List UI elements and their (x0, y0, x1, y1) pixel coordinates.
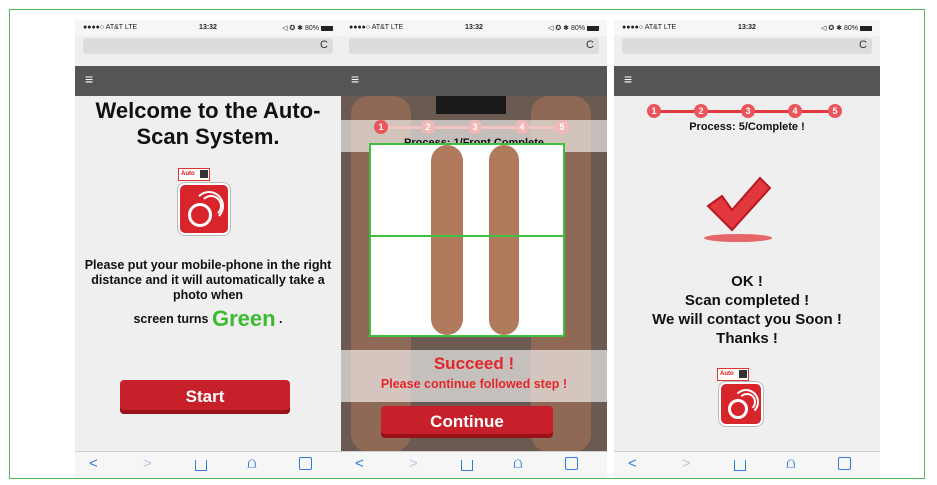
status-bar: ●●●●○ AT&T LTE 13:32 ◁ ✪ ✱ 80% (341, 20, 607, 36)
status-bar: ●●●●○ AT&T LTE 13:32 ◁ ✪ ✱ 80% (75, 20, 341, 36)
step-1: 1 (647, 104, 661, 118)
step-2: 2 (421, 120, 435, 134)
green-highlight: Green (211, 306, 276, 331)
auto-scan-app-icon (178, 183, 230, 235)
checkmark-icon (704, 176, 772, 242)
qr-icon (739, 370, 747, 378)
success-title: Succeed ! (433, 354, 515, 373)
app-nav-bar: ≡ (341, 66, 607, 96)
auto-scan-app-icon (719, 382, 763, 426)
address-bar[interactable]: C (349, 38, 599, 54)
status-icons: ◁ ✪ ✱ 80% (282, 24, 333, 32)
continue-button[interactable]: Continue (381, 406, 553, 438)
bookmarks-icon[interactable]: ⩍ (786, 455, 796, 472)
step-4: 4 (515, 120, 529, 134)
scan-frame (369, 143, 565, 337)
qr-icon (200, 170, 208, 178)
step-5: 5 (555, 120, 569, 134)
auto-qr-badge: Auto (178, 168, 210, 181)
status-icons: ◁ ✪ ✱ 80% (548, 24, 599, 32)
ok-text: OK ! (731, 273, 763, 290)
shorts-image (436, 96, 506, 114)
bookmarks-icon[interactable]: ⩍ (247, 455, 257, 472)
back-icon[interactable]: < (628, 455, 637, 472)
forward-icon[interactable]: > (409, 455, 418, 472)
step-4: 4 (788, 104, 802, 118)
menu-icon[interactable]: ≡ (624, 71, 632, 87)
phone-complete-screen: ●●●●○ AT&T LTE 13:32 ◁ ✪ ✱ 80% C ≡ 1 2 3… (614, 20, 880, 478)
auto-qr-badge: Auto (717, 368, 749, 381)
step-1: 1 (374, 120, 388, 134)
step-5: 5 (828, 104, 842, 118)
welcome-title: Welcome to the Auto-Scan System. (95, 98, 321, 149)
address-bar[interactable]: C (83, 38, 333, 54)
bookmarks-icon[interactable]: ⩍ (513, 455, 523, 472)
instruction-text-end: screen turns Green . (133, 306, 283, 331)
scan-completed-text: Scan completed ! (684, 292, 810, 309)
tabs-icon[interactable] (838, 455, 851, 472)
battery-icon (321, 25, 333, 31)
battery-icon (587, 25, 599, 31)
share-icon[interactable] (461, 455, 473, 472)
forward-icon[interactable]: > (682, 455, 691, 472)
reload-icon[interactable]: C (586, 39, 594, 51)
back-icon[interactable]: < (89, 455, 98, 472)
reload-icon[interactable]: C (859, 39, 867, 51)
app-nav-bar: ≡ (614, 66, 880, 96)
step-3: 3 (468, 120, 482, 134)
scan-line (371, 235, 563, 237)
reload-icon[interactable]: C (320, 39, 328, 51)
browser-toolbar: < > ⩍ (75, 451, 341, 478)
battery-icon (860, 25, 872, 31)
step-2: 2 (694, 104, 708, 118)
browser-toolbar: < > ⩍ (614, 451, 880, 478)
menu-icon[interactable]: ≡ (85, 71, 93, 87)
status-icons: ◁ ✪ ✱ 80% (821, 24, 872, 32)
leg-image (431, 145, 463, 335)
phone-scan-screen: ●●●●○ AT&T LTE 13:32 ◁ ✪ ✱ 80% C ≡ 1 2 3… (341, 20, 607, 478)
share-icon[interactable] (734, 455, 746, 472)
instruction-text: Please put your mobile-phone in the righ… (84, 258, 332, 302)
completion-message: OK ! Scan completed ! We will contact yo… (614, 272, 880, 348)
step-3: 3 (741, 104, 755, 118)
back-icon[interactable]: < (355, 455, 364, 472)
address-bar[interactable]: C (622, 38, 872, 54)
process-status: Process: 5/Complete ! (689, 121, 805, 133)
menu-icon[interactable]: ≡ (351, 71, 359, 87)
tabs-icon[interactable] (565, 455, 578, 472)
step-progress: 1 2 3 4 5 Process: 5/Complete ! (614, 104, 880, 136)
app-nav-bar: ≡ (75, 66, 341, 96)
status-bar: ●●●●○ AT&T LTE 13:32 ◁ ✪ ✱ 80% (614, 20, 880, 36)
start-button[interactable]: Start (120, 380, 290, 414)
tabs-icon[interactable] (299, 455, 312, 472)
forward-icon[interactable]: > (143, 455, 152, 472)
leg-image (489, 145, 519, 335)
phone-welcome-screen: ●●●●○ AT&T LTE 13:32 ◁ ✪ ✱ 80% C ≡ Welco… (75, 20, 341, 478)
thanks-text: Thanks ! (716, 330, 778, 347)
success-subtitle: Please continue followed step ! (380, 377, 568, 391)
share-icon[interactable] (195, 455, 207, 472)
browser-toolbar: < > ⩍ (341, 451, 607, 478)
contact-text: We will contact you Soon ! (652, 311, 842, 328)
